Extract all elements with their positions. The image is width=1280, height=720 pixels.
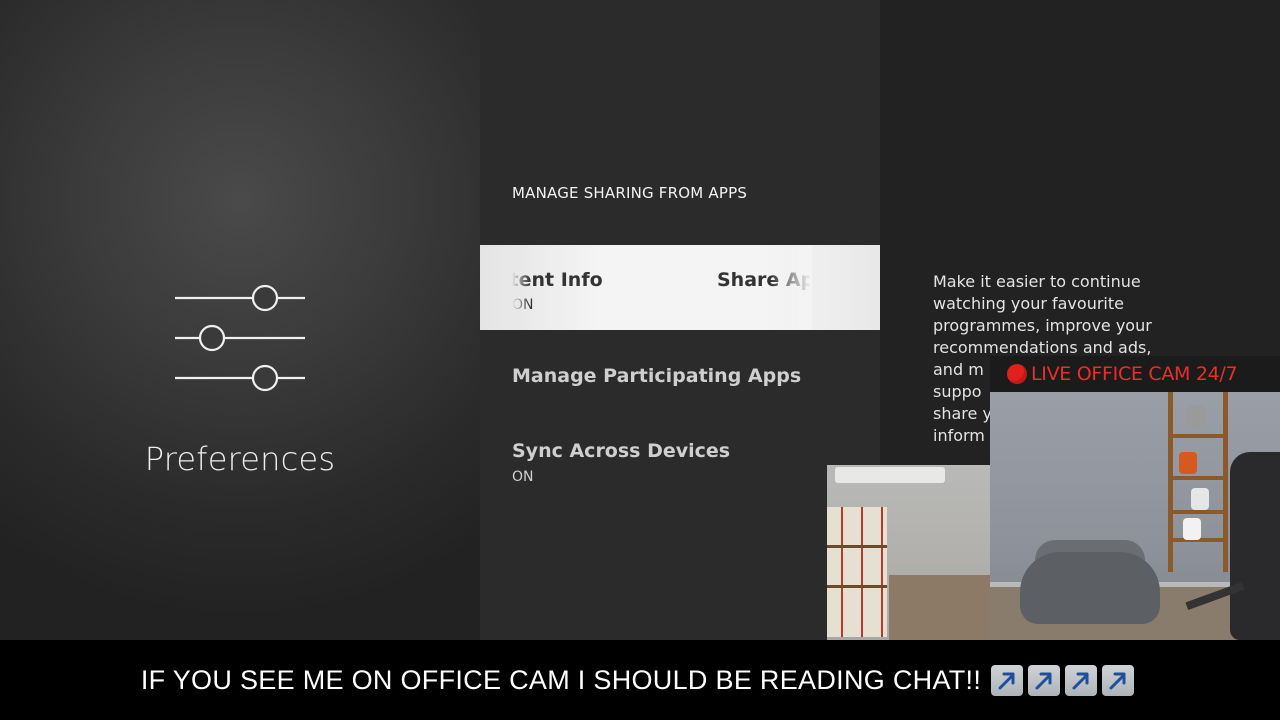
selected-setting-row[interactable]: ntent Info ON Share Ap <box>480 245 880 330</box>
office-chair <box>1230 452 1280 640</box>
up-right-arrow-icon <box>991 664 1024 696</box>
category-panel: Preferences <box>0 0 480 640</box>
description-line: Make it easier to continue <box>933 272 1141 291</box>
corner-shelf <box>1168 392 1228 572</box>
collectible-boxes <box>827 507 887 637</box>
live-badge: LIVE OFFICE CAM 24/7 <box>990 356 1280 392</box>
live-dot-icon <box>1007 364 1027 384</box>
desk <box>889 575 990 640</box>
setting-value: ON <box>512 469 534 485</box>
sliders-icon <box>175 284 305 392</box>
banner-message: IF YOU SEE ME ON OFFICE CAM I SHOULD BE … <box>140 664 982 695</box>
selected-row-scroller: ntent Info ON Share Ap <box>512 245 810 330</box>
up-right-arrow-icon <box>1102 664 1135 696</box>
setting-row-sync[interactable]: Sync Across Devices ON <box>512 440 730 485</box>
setting-row-manage-apps[interactable]: Manage Participating Apps <box>512 365 801 387</box>
fade-right <box>770 245 812 330</box>
up-right-arrow-icon <box>1065 664 1098 696</box>
fade-left <box>512 245 530 330</box>
setting-label: Sync Across Devices <box>512 440 731 462</box>
description-line: programmes, improve your <box>933 316 1152 335</box>
sofa <box>1020 552 1160 624</box>
stream-banner: IF YOU SEE ME ON OFFICE CAM I SHOULD BE … <box>0 640 1280 720</box>
air-conditioner <box>835 467 945 483</box>
webcam-side-view <box>827 465 990 640</box>
page-title: Preferences <box>144 440 336 478</box>
up-right-arrow-icon <box>1028 664 1061 696</box>
live-badge-label: LIVE OFFICE CAM 24/7 <box>1031 363 1238 385</box>
description-line: watching your favourite <box>933 294 1124 313</box>
settings-list-panel: MANAGE SHARING FROM APPS ntent Info ON S… <box>480 0 880 640</box>
arrow-group <box>991 664 1139 696</box>
setting-label: Manage Participating Apps <box>512 365 802 387</box>
section-header: MANAGE SHARING FROM APPS <box>512 184 748 202</box>
webcam-main-view <box>990 392 1280 640</box>
